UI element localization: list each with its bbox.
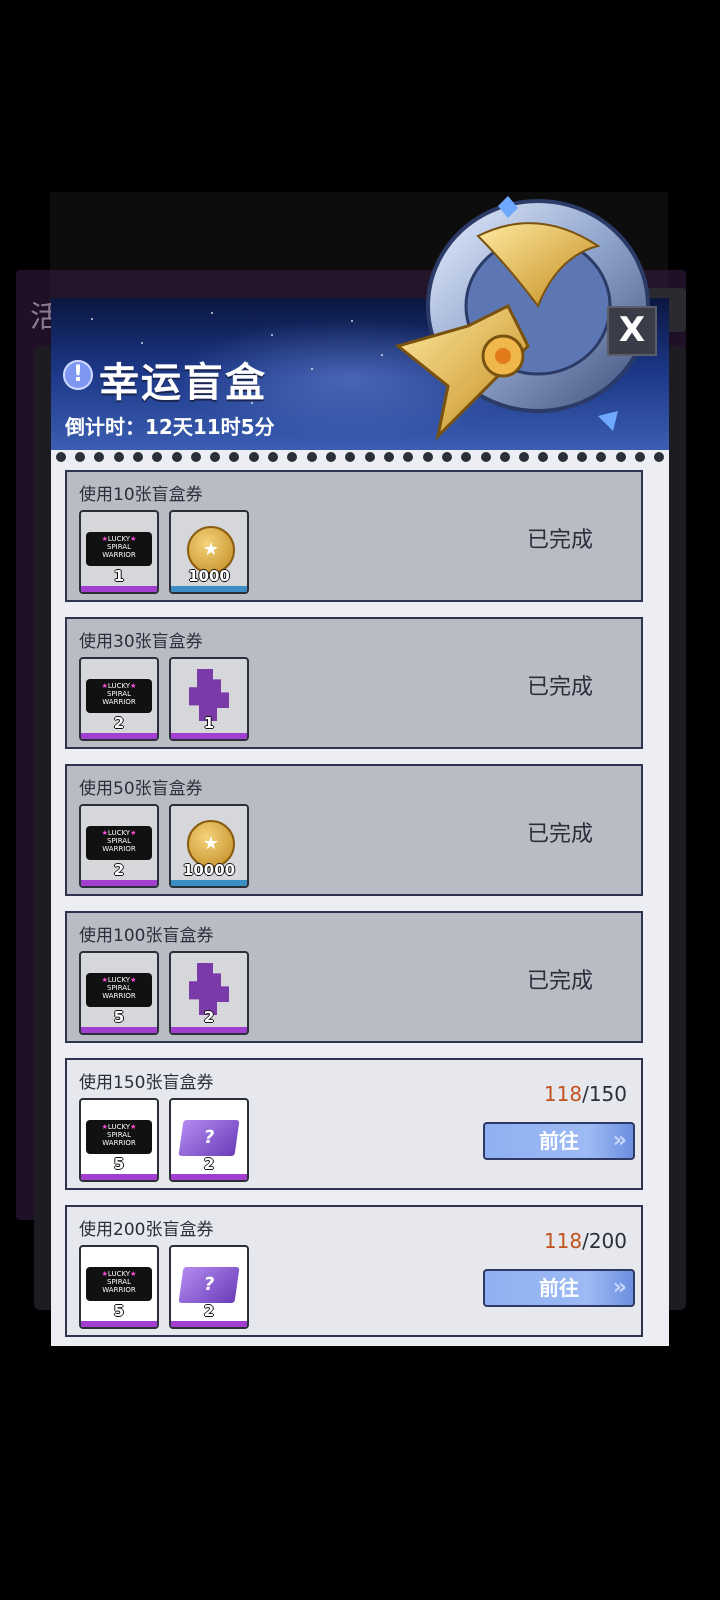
reward-item[interactable]: 2 xyxy=(169,951,249,1035)
perforation-dot xyxy=(345,452,356,462)
status-completed: 已完成 xyxy=(527,969,594,994)
reward-qty: 2 xyxy=(203,1155,215,1173)
reward-qty: 2 xyxy=(203,1302,215,1320)
chevron-right-icon: » xyxy=(612,1128,627,1153)
lucky-ticket-icon: ★LUCKY★ SPIRAL WARRIOR xyxy=(86,532,152,566)
reward-item[interactable]: ★LUCKY★ SPIRAL WARRIOR 5 xyxy=(79,951,159,1035)
perforation-dot xyxy=(132,452,143,462)
reward-qty: 10000 xyxy=(182,861,236,879)
go-button[interactable]: 前往» xyxy=(483,1269,635,1307)
task-card-50: 使用50张盲盒券 ★LUCKY★ SPIRAL WARRIOR 2 ★ 10000 … xyxy=(65,764,643,896)
task-list: 使用10张盲盒券 ★LUCKY★ SPIRAL WARRIOR 1 ★ 1000 已… xyxy=(65,470,643,1346)
lucky-ticket-icon: ★LUCKY★ SPIRAL WARRIOR xyxy=(86,679,152,713)
perforation-dot xyxy=(94,452,105,462)
perforation-dot xyxy=(248,452,259,462)
lucky-ticket-icon: ★LUCKY★ SPIRAL WARRIOR xyxy=(86,973,152,1007)
reward-item[interactable]: ★ 10000 xyxy=(169,804,249,888)
task-progress: 118/200 xyxy=(543,1229,627,1253)
perforation-dot xyxy=(113,452,124,462)
reward-item[interactable]: ? 2 xyxy=(169,1245,249,1329)
reward-item[interactable]: ★ 1000 xyxy=(169,510,249,594)
reward-item[interactable]: ★LUCKY★ SPIRAL WARRIOR 2 xyxy=(79,804,159,888)
task-card-100: 使用100张盲盒券 ★LUCKY★ SPIRAL WARRIOR 5 2 已完成 xyxy=(65,911,643,1043)
reward-qty: 5 xyxy=(113,1008,125,1026)
status-completed: 已完成 xyxy=(527,675,594,700)
task-card-150: 使用150张盲盒券 ★LUCKY★ SPIRAL WARRIOR 5 ? 2 118… xyxy=(65,1058,643,1190)
task-progress: 118/150 xyxy=(543,1082,627,1106)
perforation-dot xyxy=(229,452,240,462)
blind-box-ticket-icon: ? xyxy=(178,1267,240,1303)
reward-item[interactable]: ★LUCKY★ SPIRAL WARRIOR 2 xyxy=(79,657,159,741)
blind-box-ticket-icon: ? xyxy=(178,1120,240,1156)
task-card-30: 使用30张盲盒券 ★LUCKY★ SPIRAL WARRIOR 2 1 已完成 xyxy=(65,617,643,749)
reward-item[interactable]: ? 2 xyxy=(169,1098,249,1182)
perforation-dot xyxy=(55,452,66,462)
task-title: 使用100张盲盒券 xyxy=(79,926,214,946)
perforation-dot xyxy=(210,452,221,462)
reward-qty: 2 xyxy=(113,714,125,732)
reward-item[interactable]: ★LUCKY★ SPIRAL WARRIOR 1 xyxy=(79,510,159,594)
reward-item[interactable]: ★LUCKY★ SPIRAL WARRIOR 5 xyxy=(79,1098,159,1182)
reward-qty: 2 xyxy=(113,861,125,879)
reward-qty: 5 xyxy=(113,1302,125,1320)
reward-qty: 1 xyxy=(113,567,125,585)
perforation-dot xyxy=(190,452,201,462)
task-title: 使用30张盲盒券 xyxy=(79,632,203,652)
info-icon[interactable]: ! xyxy=(63,360,93,390)
perforation-dot xyxy=(268,452,279,462)
task-card-10: 使用10张盲盒券 ★LUCKY★ SPIRAL WARRIOR 1 ★ 1000 已… xyxy=(65,470,643,602)
status-completed: 已完成 xyxy=(527,528,594,553)
go-button[interactable]: 前往» xyxy=(483,1122,635,1160)
countdown-timer: 倒计时：12天11时5分 xyxy=(65,415,275,439)
status-completed: 已完成 xyxy=(527,822,594,847)
lucky-ticket-icon: ★LUCKY★ SPIRAL WARRIOR xyxy=(86,826,152,860)
lucky-ticket-icon: ★LUCKY★ SPIRAL WARRIOR xyxy=(86,1267,152,1301)
reward-item[interactable]: 1 xyxy=(169,657,249,741)
perforation-dot xyxy=(152,452,163,462)
task-title: 使用200张盲盒券 xyxy=(79,1220,214,1240)
modal-title: 幸运盲盒 xyxy=(99,360,267,406)
reward-qty: 5 xyxy=(113,1155,125,1173)
reward-qty: 1 xyxy=(203,714,215,732)
task-title: 使用150张盲盒券 xyxy=(79,1073,214,1093)
close-button[interactable]: X xyxy=(607,306,657,356)
perforation-dot xyxy=(326,452,337,462)
reward-qty: 1000 xyxy=(188,567,230,585)
perforation-dot xyxy=(74,452,85,462)
task-title: 使用10张盲盒券 xyxy=(79,485,203,505)
perforation-dot xyxy=(306,452,317,462)
lucky-ticket-icon: ★LUCKY★ SPIRAL WARRIOR xyxy=(86,1120,152,1154)
task-title: 使用50张盲盒券 xyxy=(79,779,203,799)
perforation-dot xyxy=(171,452,182,462)
perforation-dot xyxy=(287,452,298,462)
reward-item[interactable]: ★LUCKY★ SPIRAL WARRIOR 5 xyxy=(79,1245,159,1329)
chevron-right-icon: » xyxy=(612,1275,627,1300)
reward-qty: 2 xyxy=(203,1008,215,1026)
task-card-200: 使用200张盲盒券 ★LUCKY★ SPIRAL WARRIOR 5 ? 2 118… xyxy=(65,1205,643,1337)
